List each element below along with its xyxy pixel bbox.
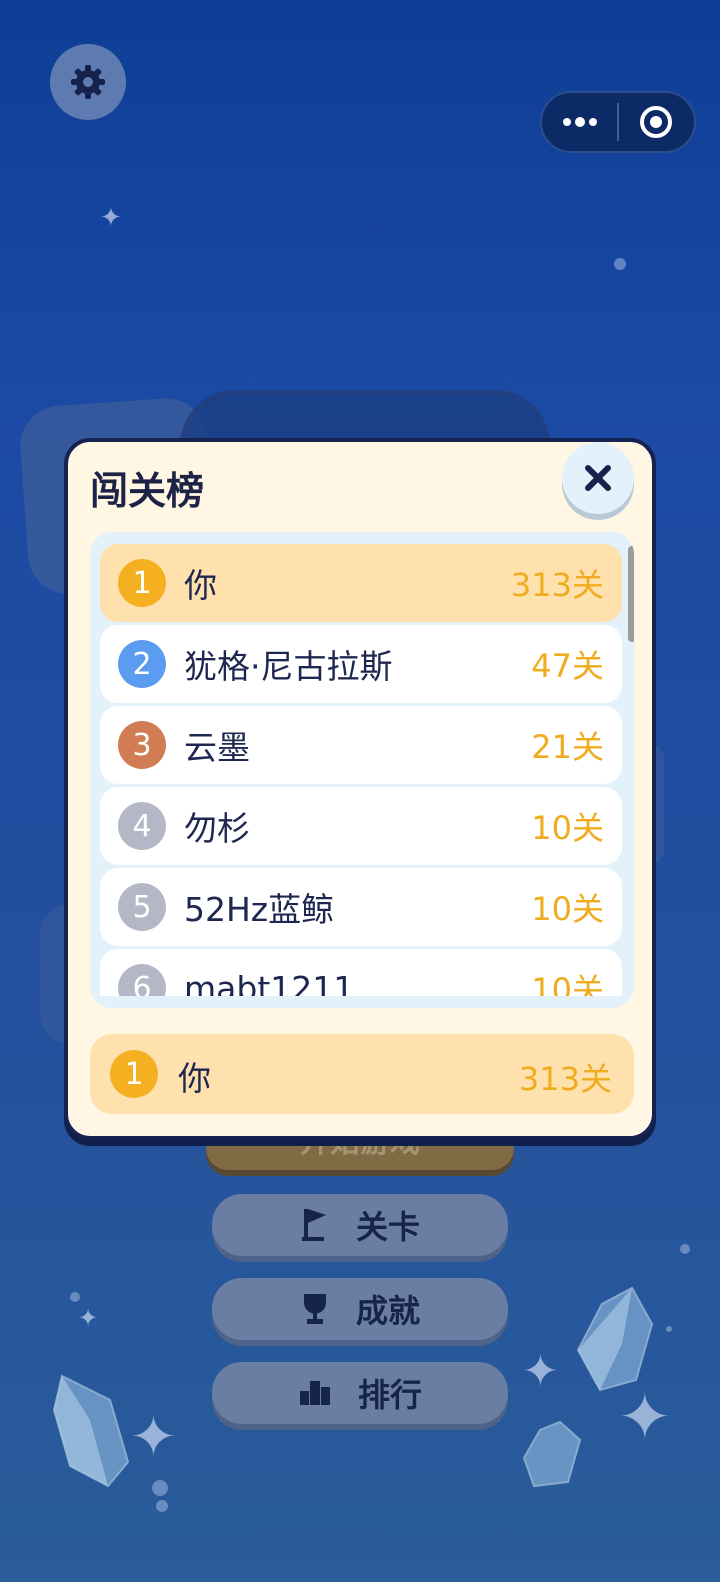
settings-button[interactable]	[50, 44, 126, 120]
more-dots-icon	[562, 117, 597, 127]
list-scrollbar[interactable]	[628, 546, 634, 642]
bar-chart-icon	[299, 1381, 330, 1405]
levels-button[interactable]: 关卡	[212, 1194, 508, 1256]
crystal-decoration	[52, 1374, 130, 1488]
dot-decoration	[614, 258, 626, 270]
player-score: 313关	[518, 1060, 612, 1098]
rank-badge: 2	[118, 640, 166, 688]
sparkle-decoration: ✦	[522, 1346, 559, 1397]
player-name: 52Hz蓝鲸	[184, 890, 335, 929]
leaderboard-row: 2 犹格·尼古拉斯 47关	[100, 625, 622, 703]
crystal-decoration	[576, 1286, 654, 1392]
rank-badge: 5	[118, 883, 166, 931]
player-name: mabt1211	[184, 968, 355, 997]
close-icon	[585, 465, 611, 491]
mini-program-capsule	[540, 91, 696, 153]
player-score: 21关	[531, 728, 604, 766]
leaderboard-row: 6 mabt1211 10关	[100, 949, 622, 996]
sparkle-decoration: ✦	[78, 1304, 99, 1332]
leaderboard-row: 4 勿杉 10关	[100, 787, 622, 865]
player-name: 云墨	[184, 728, 250, 767]
rank-badge: 3	[118, 721, 166, 769]
sparkle-decoration: ✦	[100, 203, 122, 233]
trophy-icon	[303, 1294, 326, 1324]
player-score: 10关	[531, 971, 604, 996]
leaderboard-list[interactable]: 1 你 313关 2 犹格·尼古拉斯 47关 3 云墨 21关 4 勿杉 10关…	[100, 544, 622, 996]
dot-decoration	[666, 1326, 672, 1332]
sparkle-decoration: ✦	[618, 1381, 672, 1455]
modal-title: 闯关榜	[90, 469, 205, 513]
player-score: 10关	[531, 809, 604, 847]
player-score: 313关	[510, 566, 604, 604]
flag-icon	[301, 1209, 326, 1241]
player-name: 你	[178, 1059, 211, 1098]
ranking-button[interactable]: 排行	[212, 1362, 508, 1424]
player-score: 47关	[531, 647, 604, 685]
dot-decoration	[680, 1244, 690, 1254]
dot-decoration	[70, 1292, 80, 1302]
achievements-button[interactable]: 成就	[212, 1278, 508, 1340]
dot-decoration	[152, 1480, 168, 1496]
ranking-label: 排行	[357, 1376, 422, 1414]
leaderboard-modal: 闯关榜 1 你 313关 2 犹格·尼古拉斯 47关 3 云墨 21关 4 勿杉…	[64, 438, 656, 1140]
my-rank-row: 1 你 313关	[90, 1034, 634, 1114]
rank-badge: 1	[118, 559, 166, 607]
levels-label: 关卡	[355, 1208, 420, 1246]
gear-icon	[71, 65, 105, 99]
target-icon	[640, 106, 673, 138]
leaderboard-row: 3 云墨 21关	[100, 706, 622, 784]
player-name: 勿杉	[184, 809, 250, 848]
rank-badge: 4	[118, 802, 166, 850]
close-button[interactable]	[562, 442, 634, 514]
player-name: 你	[184, 566, 217, 605]
rank-badge: 1	[110, 1050, 158, 1098]
leaderboard-row: 5 52Hz蓝鲸 10关	[100, 868, 622, 946]
crystal-decoration	[522, 1420, 582, 1488]
achievements-label: 成就	[355, 1292, 420, 1330]
player-name: 犹格·尼古拉斯	[184, 647, 393, 686]
dot-decoration	[156, 1500, 168, 1512]
more-button[interactable]	[542, 93, 617, 151]
leaderboard-row: 1 你 313关	[100, 544, 622, 622]
leaderboard-list-container: 1 你 313关 2 犹格·尼古拉斯 47关 3 云墨 21关 4 勿杉 10关…	[90, 532, 634, 1008]
rank-badge: 6	[118, 964, 166, 996]
player-score: 10关	[531, 890, 604, 928]
exit-button[interactable]	[619, 93, 694, 151]
